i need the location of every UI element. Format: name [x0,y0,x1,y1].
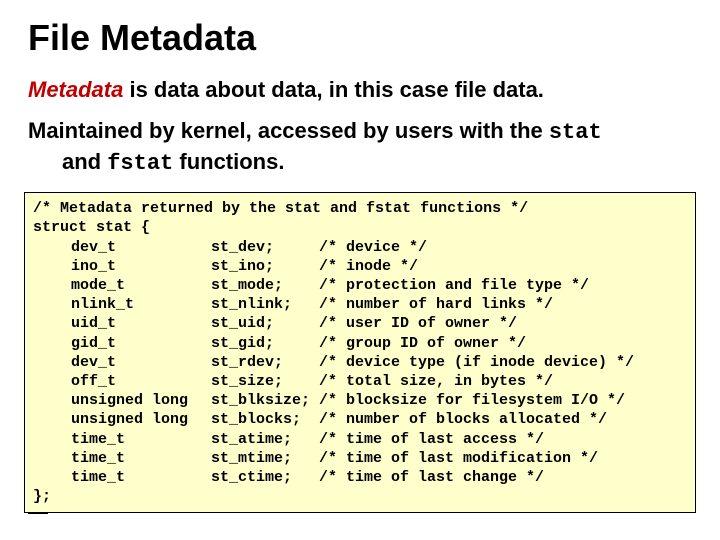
code-field-comment: /* user ID of owner */ [319,314,687,333]
code-fields: dev_tst_dev;/* device */ino_tst_ino;/* i… [33,238,687,487]
code-field-name: st_rdev; [211,353,319,372]
description-line: Maintained by kernel, accessed by users … [28,117,692,178]
code-field-name: st_blksize; [211,391,319,410]
desc-l1-pre: Maintained by kernel, accessed by users … [28,118,549,143]
code-field-comment: /* device */ [319,238,687,257]
code-struct-close: }; [33,487,687,506]
code-field-name: st_mtime; [211,449,319,468]
code-field-row: time_tst_ctime;/* time of last change */ [33,468,687,487]
code-field-name: st_atime; [211,430,319,449]
code-field-type: mode_t [33,276,211,295]
code-field-comment: /* time of last modification */ [319,449,687,468]
code-field-row: nlink_tst_nlink;/* number of hard links … [33,295,687,314]
footer-rule [28,513,48,514]
code-field-comment: /* time of last access */ [319,430,687,449]
code-field-name: st_mode; [211,276,319,295]
desc-indent: and fstat functions. [28,149,284,174]
code-field-row: dev_tst_rdev;/* device type (if inode de… [33,353,687,372]
code-field-type: gid_t [33,334,211,353]
code-block: /* Metadata returned by the stat and fst… [24,192,696,513]
code-field-row: uid_tst_uid;/* user ID of owner */ [33,314,687,333]
code-field-row: unsigned longst_blocks;/* number of bloc… [33,410,687,429]
code-field-row: gid_tst_gid;/* group ID of owner */ [33,334,687,353]
code-field-type: ino_t [33,257,211,276]
code-field-comment: /* number of blocks allocated */ [319,410,687,429]
code-field-row: dev_tst_dev;/* device */ [33,238,687,257]
code-field-comment: /* time of last change */ [319,468,687,487]
code-field-row: mode_tst_mode;/* protection and file typ… [33,276,687,295]
code-field-type: off_t [33,372,211,391]
code-field-comment: /* number of hard links */ [319,295,687,314]
desc-code-stat: stat [549,120,602,145]
code-field-row: time_tst_atime;/* time of last access */ [33,430,687,449]
code-field-type: unsigned long [33,410,211,429]
code-field-type: unsigned long [33,391,211,410]
code-field-name: st_dev; [211,238,319,257]
code-field-type: time_t [33,449,211,468]
slide: File Metadata Metadata is data about dat… [0,0,720,540]
code-field-name: st_nlink; [211,295,319,314]
code-field-name: st_ino; [211,257,319,276]
code-field-comment: /* device type (if inode device) */ [319,353,687,372]
desc-l2-pre: and [62,149,107,174]
intro-keyword: Metadata [28,77,123,102]
code-field-row: time_tst_mtime;/* time of last modificat… [33,449,687,468]
code-field-name: st_size; [211,372,319,391]
intro-rest: is data about data, in this case file da… [123,77,544,102]
code-field-row: off_tst_size;/* total size, in bytes */ [33,372,687,391]
code-struct-open: struct stat { [33,218,687,237]
code-comment-top: /* Metadata returned by the stat and fst… [33,199,687,218]
code-field-comment: /* protection and file type */ [319,276,687,295]
code-field-type: time_t [33,430,211,449]
code-field-type: time_t [33,468,211,487]
code-field-comment: /* total size, in bytes */ [319,372,687,391]
code-field-comment: /* blocksize for filesystem I/O */ [319,391,687,410]
slide-title: File Metadata [28,18,692,58]
code-field-name: st_blocks; [211,410,319,429]
code-field-comment: /* group ID of owner */ [319,334,687,353]
code-field-name: st_gid; [211,334,319,353]
desc-code-fstat: fstat [107,151,173,176]
code-field-row: unsigned longst_blksize;/* blocksize for… [33,391,687,410]
desc-l2-post: functions. [173,149,284,174]
code-field-row: ino_tst_ino;/* inode */ [33,257,687,276]
code-field-type: nlink_t [33,295,211,314]
code-field-comment: /* inode */ [319,257,687,276]
code-field-name: st_uid; [211,314,319,333]
code-field-type: dev_t [33,353,211,372]
code-field-type: dev_t [33,238,211,257]
code-field-type: uid_t [33,314,211,333]
intro-line: Metadata is data about data, in this cas… [28,76,692,104]
code-field-name: st_ctime; [211,468,319,487]
